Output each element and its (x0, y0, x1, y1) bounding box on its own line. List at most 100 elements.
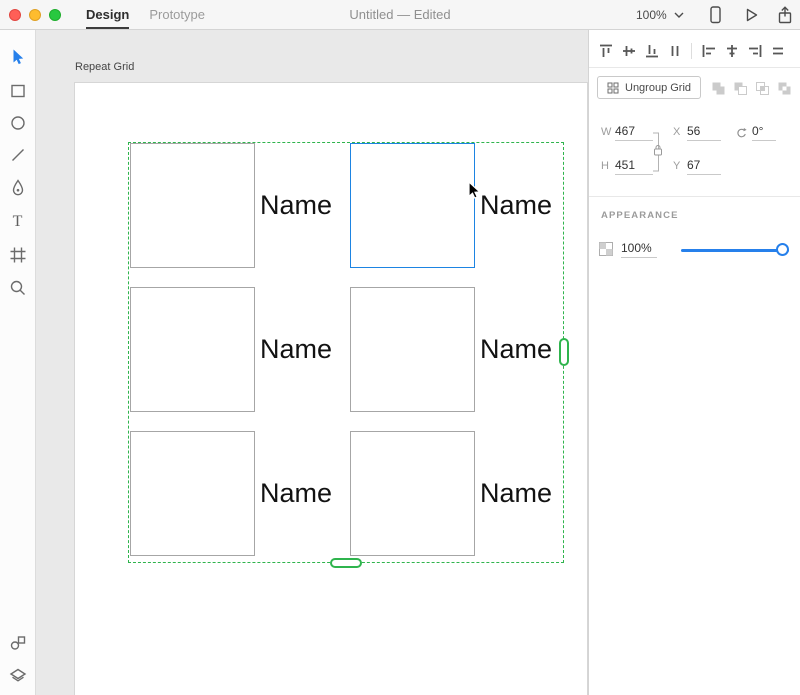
layers-panel-button[interactable] (0, 662, 35, 690)
alignment-toolbar (594, 40, 789, 62)
magnifier-icon (9, 279, 27, 297)
ellipse-icon (9, 114, 27, 132)
artboard-icon (9, 246, 27, 264)
grid-cell-name-text[interactable]: Name (480, 477, 552, 509)
distribute-horizontal-button[interactable] (663, 40, 686, 62)
opacity-field: 100% (621, 239, 657, 258)
align-center-icon (724, 43, 740, 59)
opacity-slider[interactable] (681, 242, 789, 258)
titlebar: Design Prototype Untitled — Edited 100% (0, 0, 800, 30)
opacity-slider-track[interactable] (681, 249, 789, 252)
grid-cell-name-text[interactable]: Name (260, 477, 332, 509)
repeat-grid-handle-bottom[interactable] (330, 558, 362, 568)
subtract-button[interactable] (732, 80, 748, 96)
grid-cell-square[interactable] (130, 287, 255, 412)
ungroup-grid-button[interactable]: Ungroup Grid (597, 76, 701, 99)
opacity-input[interactable]: 100% (621, 241, 657, 258)
tab-prototype[interactable]: Prototype (149, 0, 205, 30)
width-label: W (601, 126, 611, 141)
align-middle-button[interactable] (617, 40, 640, 62)
align-right-icon (747, 43, 763, 59)
artboard-title[interactable]: Repeat Grid (75, 61, 134, 73)
divider (589, 67, 800, 68)
y-input[interactable]: 67 (687, 158, 721, 175)
grid-cell-name-text[interactable]: Name (260, 189, 332, 221)
exclude-icon (776, 80, 792, 96)
artboard-tool-button[interactable] (0, 241, 35, 269)
align-bottom-icon (644, 43, 660, 59)
rectangle-tool-button[interactable] (0, 77, 35, 105)
assets-icon (9, 634, 27, 652)
appearance-section-header: APPEARANCE (601, 210, 679, 221)
lock-aspect-icon[interactable] (653, 130, 665, 174)
pen-tool-button[interactable] (0, 174, 35, 202)
distribute-horizontal-icon (667, 43, 683, 59)
rotation-field: 0° (735, 124, 776, 141)
assets-panel-button[interactable] (0, 629, 35, 657)
select-arrow-icon (9, 48, 27, 66)
opacity-checker-icon (599, 242, 613, 256)
width-input[interactable]: 467 (615, 124, 653, 141)
union-button[interactable] (710, 80, 726, 96)
align-left-icon (701, 43, 717, 59)
align-bottom-button[interactable] (640, 40, 663, 62)
phone-icon (706, 5, 724, 25)
fullscreen-window-button[interactable] (49, 9, 61, 21)
property-inspector: Ungroup Grid (588, 30, 800, 695)
share-icon (776, 6, 794, 24)
grid-cell-square-highlighted[interactable] (350, 143, 475, 268)
canvas[interactable]: Repeat Grid Name Name Name Name Name Nam… (36, 30, 588, 695)
divider (691, 43, 692, 59)
exclude-button[interactable] (776, 80, 792, 96)
rotation-input[interactable]: 0° (752, 124, 776, 141)
text-tool-button[interactable]: T (0, 208, 35, 236)
share-button[interactable] (774, 5, 796, 25)
tools-sidebar: T (0, 30, 36, 695)
ungroup-grid-label: Ungroup Grid (625, 82, 691, 94)
height-field: H 451 (601, 158, 653, 175)
line-icon (9, 146, 27, 164)
distribute-vertical-icon (770, 43, 786, 59)
repeat-grid-handle-right[interactable] (559, 338, 569, 366)
grid-cell-square[interactable] (350, 431, 475, 556)
line-tool-button[interactable] (0, 141, 35, 169)
x-field: X 56 (673, 124, 721, 141)
select-tool-button[interactable] (0, 43, 35, 71)
grid-cell-square[interactable] (130, 431, 255, 556)
rotation-icon (735, 126, 748, 141)
chevron-down-icon (674, 12, 684, 18)
zoom-tool-button[interactable] (0, 274, 35, 302)
grid-cell-name-text[interactable]: Name (480, 189, 552, 221)
ellipse-tool-button[interactable] (0, 109, 35, 137)
x-input[interactable]: 56 (687, 124, 721, 141)
divider (589, 196, 800, 197)
layers-icon (9, 667, 27, 685)
pen-icon (9, 179, 27, 197)
grid-cell-name-text[interactable]: Name (480, 333, 552, 365)
y-field: Y 67 (673, 158, 721, 175)
union-icon (710, 80, 726, 96)
height-input[interactable]: 451 (615, 158, 653, 175)
text-tool-icon: T (13, 213, 23, 231)
align-left-button[interactable] (697, 40, 720, 62)
distribute-vertical-button[interactable] (766, 40, 789, 62)
align-center-button[interactable] (720, 40, 743, 62)
close-window-button[interactable] (9, 9, 21, 21)
grid-cell-name-text[interactable]: Name (260, 333, 332, 365)
minimize-window-button[interactable] (29, 9, 41, 21)
align-top-button[interactable] (594, 40, 617, 62)
device-preview-button[interactable] (704, 5, 726, 25)
zoom-dropdown[interactable]: 100% (636, 0, 684, 30)
zoom-value: 100% (636, 8, 667, 22)
preview-play-button[interactable] (740, 5, 762, 25)
rectangle-icon (9, 82, 27, 100)
xd-window: Design Prototype Untitled — Edited 100% (0, 0, 800, 695)
repeat-grid-icon (607, 82, 619, 94)
opacity-slider-knob[interactable] (776, 243, 789, 256)
tab-design[interactable]: Design (86, 0, 129, 30)
grid-cell-square[interactable] (130, 143, 255, 268)
grid-cell-square[interactable] (350, 287, 475, 412)
mode-tabs: Design Prototype (86, 0, 205, 30)
intersect-button[interactable] (754, 80, 770, 96)
align-right-button[interactable] (743, 40, 766, 62)
